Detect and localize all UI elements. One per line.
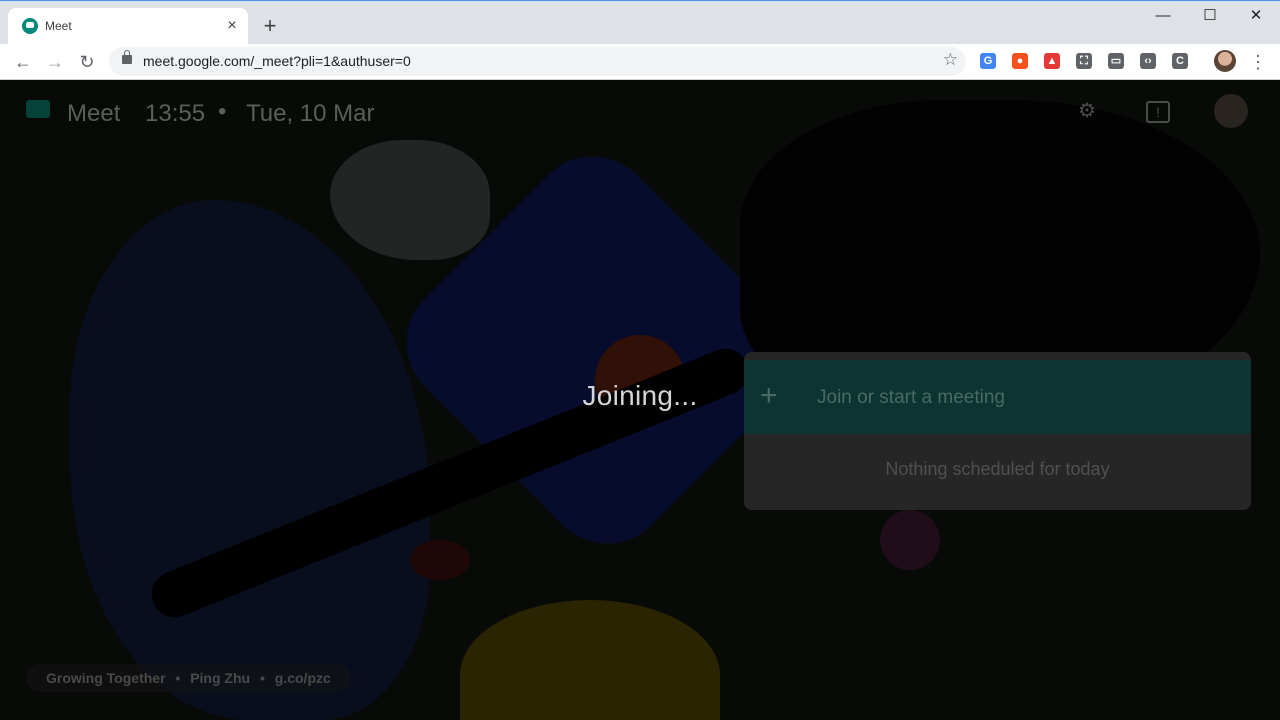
c-extension-icon[interactable]: C [1172, 53, 1188, 69]
schedule-empty-message: Nothing scheduled for today [885, 459, 1110, 479]
settings-icon[interactable]: ⚙ [1074, 98, 1100, 124]
meet-logo-icon [26, 100, 50, 118]
forward-button[interactable]: → [41, 48, 69, 76]
time-date-separator: • [218, 98, 227, 125]
meet-page: Meet 13:55 • Tue, 10 Mar ⚙ ! Joining... … [0, 80, 1280, 720]
lock-icon[interactable] [122, 50, 132, 64]
orange-extension-icon[interactable]: ● [1012, 53, 1028, 69]
current-date: Tue, 10 Mar [246, 100, 375, 127]
join-card: + Join or start a meeting Nothing schedu… [744, 352, 1251, 510]
meet-header: Meet 13:55 • Tue, 10 Mar ⚙ ! [0, 80, 1280, 144]
current-time: 13:55 [145, 100, 206, 127]
artwork-title: Growing Together [46, 670, 166, 686]
profile-avatar[interactable] [1214, 50, 1236, 72]
credit-separator: • [175, 670, 181, 686]
address-bar[interactable]: meet.google.com/_meet?pli=1&authuser=0 ☆ [109, 47, 966, 76]
url-text[interactable]: meet.google.com/_meet?pli=1&authuser=0 [143, 53, 411, 69]
browser-toolbar: ← → ↻ meet.google.com/_meet?pli=1&authus… [0, 44, 1280, 80]
new-tab-button[interactable]: + [258, 14, 282, 38]
tab-strip: Meet × + — ☐ ✕ [0, 0, 1280, 45]
meet-favicon-icon [22, 18, 38, 34]
app-name: Meet [67, 100, 121, 127]
artwork-credit[interactable]: Growing Together • Ping Zhu • g.co/pzc [26, 664, 351, 692]
chat-extension-icon[interactable]: ▭ [1108, 53, 1124, 69]
join-or-start-meeting-button[interactable]: + Join or start a meeting [744, 360, 1251, 434]
artwork-link[interactable]: g.co/pzc [275, 670, 331, 686]
artwork-artist: Ping Zhu [190, 670, 251, 686]
bookmark-star-icon[interactable]: ☆ [943, 50, 958, 70]
back-button[interactable]: ← [9, 48, 37, 76]
credit-separator: • [259, 670, 265, 686]
plus-icon: + [760, 379, 778, 412]
feedback-icon[interactable]: ! [1146, 101, 1170, 123]
browser-menu-icon[interactable]: ⋮ [1248, 48, 1268, 76]
join-button-label: Join or start a meeting [817, 387, 1005, 408]
maximize-button[interactable]: ☐ [1187, 1, 1233, 33]
tab-title: Meet [45, 19, 72, 33]
account-avatar[interactable] [1214, 94, 1248, 128]
minimize-button[interactable]: — [1140, 1, 1186, 33]
tab-meet[interactable]: Meet × [8, 8, 248, 45]
code-extension-icon[interactable]: ‹› [1140, 53, 1156, 69]
red-extension-icon[interactable]: ▲ [1044, 53, 1060, 69]
screenshot-extension-icon[interactable]: ⛶ [1076, 53, 1092, 69]
tab-close-icon[interactable]: × [222, 16, 242, 36]
close-window-button[interactable]: ✕ [1233, 1, 1279, 33]
translate-extension-icon[interactable]: G [980, 53, 996, 69]
reload-button[interactable]: ↻ [73, 48, 101, 76]
